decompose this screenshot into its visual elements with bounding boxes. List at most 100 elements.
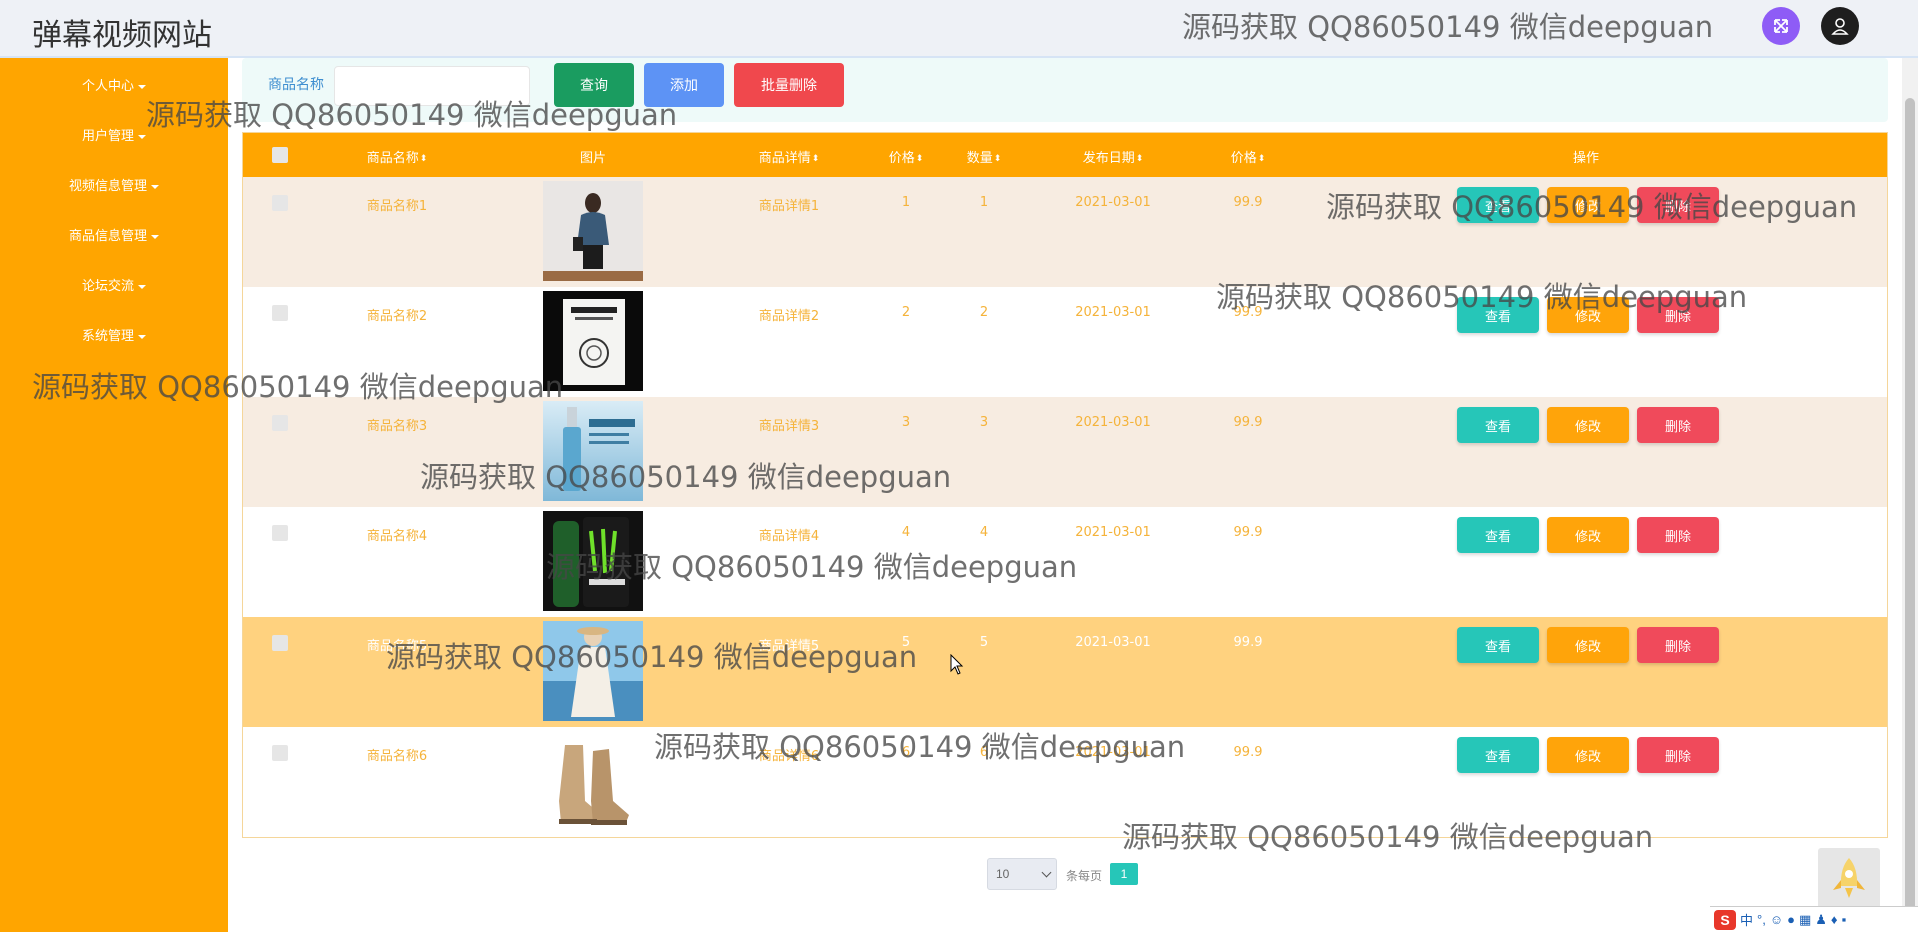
row-checkbox[interactable]	[272, 195, 288, 211]
cell-quantity: 5	[979, 635, 989, 650]
column-header-price[interactable]: 价格⬍	[889, 147, 924, 166]
toolbox-icon[interactable]: ▪	[1842, 912, 1847, 927]
cell-price2: 99.9	[1233, 745, 1263, 760]
query-button[interactable]: 查询	[554, 63, 634, 107]
microphone-icon[interactable]: ●	[1787, 912, 1795, 927]
cell-quantity: 2	[979, 305, 989, 320]
ime-mode[interactable]: 中	[1740, 910, 1753, 929]
delete-button[interactable]: 删除	[1637, 627, 1719, 663]
sidebar-item-label: 论坛交流	[81, 279, 134, 294]
sogou-logo-icon: S	[1714, 909, 1736, 930]
caret-down-icon	[138, 84, 146, 89]
cell-price: 1	[901, 195, 911, 210]
cell-date: 2021-03-01	[1075, 635, 1151, 650]
product-image	[543, 291, 643, 391]
sidebar-item-forum[interactable]: 论坛交流	[0, 275, 228, 294]
column-header-name[interactable]: 商品名称⬍	[367, 147, 428, 166]
cell-name: 商品名称1	[366, 199, 428, 214]
edit-button[interactable]: 修改	[1547, 737, 1629, 773]
row-checkbox[interactable]	[272, 415, 288, 431]
edit-button[interactable]: 修改	[1547, 187, 1629, 223]
sidebar-item-system[interactable]: 系统管理	[0, 325, 228, 344]
column-header-detail[interactable]: 商品详情⬍	[759, 147, 820, 166]
site-title: 弹幕视频网站	[32, 18, 212, 53]
table-row[interactable]: 商品名称2 商品详情2 2 2 2021-03-01 99.9 查看 修改 删除	[243, 287, 1887, 397]
sort-icon: ⬍	[419, 154, 428, 164]
row-checkbox[interactable]	[272, 745, 288, 761]
cell-date: 2021-03-01	[1075, 525, 1151, 540]
column-header-price2[interactable]: 价格⬍	[1231, 147, 1266, 166]
search-input[interactable]	[334, 66, 530, 106]
sidebar-item-goods[interactable]: 商品信息管理	[0, 225, 228, 244]
caret-down-icon	[138, 284, 146, 289]
add-button[interactable]: 添加	[644, 63, 724, 107]
keyboard-icon[interactable]: ▦	[1799, 912, 1811, 928]
delete-button[interactable]: 删除	[1637, 187, 1719, 223]
delete-button[interactable]: 删除	[1637, 517, 1719, 553]
per-page-label: 条每页	[1066, 869, 1103, 883]
table-row[interactable]: 商品名称1 商品详情1 1 1 2021-03-01 99.9 查看 修改 删除	[243, 177, 1887, 287]
cell-price2: 99.9	[1233, 415, 1263, 430]
view-button[interactable]: 查看	[1457, 517, 1539, 553]
edit-button[interactable]: 修改	[1547, 517, 1629, 553]
table-row[interactable]: 商品名称3 商品详情3 3 3 2021-03-01 99.9 查看 修改 删除	[243, 397, 1887, 507]
edit-button[interactable]: 修改	[1547, 407, 1629, 443]
caret-down-icon	[151, 234, 159, 239]
fullscreen-button[interactable]	[1762, 7, 1800, 45]
cell-date: 2021-03-01	[1075, 305, 1151, 320]
cell-detail: 商品详情2	[758, 309, 820, 324]
column-header-quantity[interactable]: 数量⬍	[967, 147, 1002, 166]
view-button[interactable]: 查看	[1457, 407, 1539, 443]
sidebar-item-users[interactable]: 用户管理	[0, 125, 228, 144]
caret-down-icon	[151, 184, 159, 189]
delete-button[interactable]: 删除	[1637, 407, 1719, 443]
cell-price: 4	[901, 525, 911, 540]
rocket-icon	[1833, 858, 1865, 898]
table-row[interactable]: 商品名称6 商品详情6 6 6 2021-03-01 99.9 查看 修改 删除	[243, 727, 1887, 837]
cell-quantity: 6	[979, 745, 989, 760]
row-checkbox[interactable]	[272, 525, 288, 541]
caret-down-icon	[138, 134, 146, 139]
view-button[interactable]: 查看	[1457, 297, 1539, 333]
column-header-date[interactable]: 发布日期⬍	[1083, 147, 1144, 166]
cell-date: 2021-03-01	[1075, 415, 1151, 430]
sidebar-item-videos[interactable]: 视频信息管理	[0, 175, 228, 194]
emoji-icon[interactable]: ☺	[1770, 912, 1783, 927]
edit-button[interactable]: 修改	[1547, 297, 1629, 333]
page-scrollbar[interactable]	[1902, 58, 1918, 932]
view-button[interactable]: 查看	[1457, 737, 1539, 773]
row-checkbox[interactable]	[272, 635, 288, 651]
cell-price: 6	[901, 745, 911, 760]
sidebar-item-profile[interactable]: 个人中心	[0, 75, 228, 94]
view-button[interactable]: 查看	[1457, 627, 1539, 663]
cell-detail: 商品详情4	[758, 529, 820, 544]
page-size-select[interactable]: 10	[987, 858, 1057, 890]
ime-toolbar[interactable]: S 中 °, ☺ ● ▦ ♟ ♦ ▪	[1710, 906, 1918, 932]
caret-down-icon	[138, 334, 146, 339]
cell-detail: 商品详情1	[758, 199, 820, 214]
skin-icon[interactable]: ♦	[1831, 912, 1838, 927]
sort-icon: ⬍	[811, 154, 820, 164]
cell-price2: 99.9	[1233, 305, 1263, 320]
row-checkbox[interactable]	[272, 305, 288, 321]
cell-price: 2	[901, 305, 911, 320]
select-all-checkbox[interactable]	[272, 147, 288, 163]
page-number-current[interactable]: 1	[1110, 863, 1138, 885]
table-header: 商品名称⬍ 图片 商品详情⬍ 价格⬍ 数量⬍ 发布日期⬍ 价格⬍ 操作	[243, 133, 1887, 177]
cell-name: 商品名称2	[366, 309, 428, 324]
view-button[interactable]: 查看	[1457, 187, 1539, 223]
delete-button[interactable]: 删除	[1637, 737, 1719, 773]
back-to-top-button[interactable]	[1818, 848, 1880, 910]
product-image	[543, 621, 643, 721]
scrollbar-thumb[interactable]	[1905, 98, 1915, 918]
mouse-cursor-icon	[950, 654, 964, 675]
punctuation-icon[interactable]: °,	[1757, 912, 1766, 927]
table-row[interactable]: 商品名称5 商品详情5 5 5 2021-03-01 99.9 查看 修改 删除	[243, 617, 1887, 727]
cell-name: 商品名称4	[366, 529, 428, 544]
edit-button[interactable]: 修改	[1547, 627, 1629, 663]
user-icon[interactable]: ♟	[1815, 912, 1827, 928]
user-avatar-button[interactable]	[1821, 7, 1859, 45]
table-row[interactable]: 商品名称4 商品详情4 4 4 2021-03-01 99.9 查看 修改 删除	[243, 507, 1887, 617]
delete-button[interactable]: 删除	[1637, 297, 1719, 333]
batch-delete-button[interactable]: 批量删除	[734, 63, 844, 107]
